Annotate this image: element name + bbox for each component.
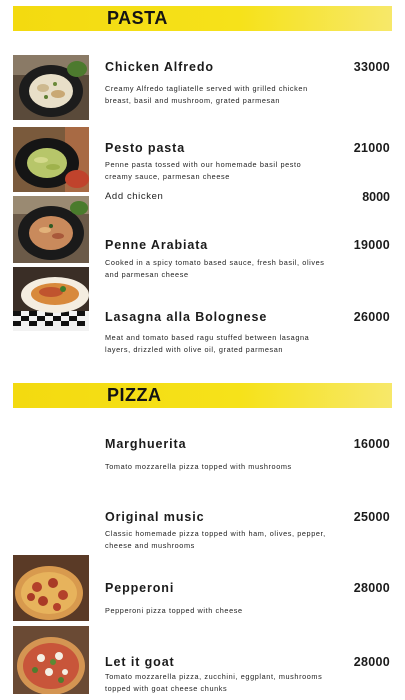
addon-label: Add chicken — [105, 191, 164, 202]
item-name: Pepperoni — [105, 581, 175, 595]
goat-cheese-pizza-photo — [13, 626, 89, 694]
chicken-alfredo-photo — [13, 55, 89, 120]
item-name: Pesto pasta — [105, 141, 186, 155]
item-description: Tomato mozzarella pizza topped with mush… — [105, 462, 292, 471]
item-description: Cooked in a spicy tomato based sauce, fr… — [105, 258, 325, 279]
item-price: 33000 — [353, 60, 390, 74]
item-price: 28000 — [353, 655, 390, 669]
pasta-section-banner: PASTA — [13, 6, 392, 31]
addon-price: 8000 — [362, 190, 390, 204]
item-name: Original music — [105, 510, 205, 524]
item-name: Marghuerita — [105, 437, 187, 451]
section-title: PASTA — [107, 8, 168, 28]
item-name: Let it goat — [105, 655, 175, 669]
item-name: Chicken Alfredo — [105, 60, 214, 74]
pesto-pasta-photo — [13, 127, 89, 192]
item-description: Creamy Alfredo tagliatelle served with g… — [105, 84, 308, 105]
item-description: Meat and tomato based ragu stuffed betwe… — [105, 333, 310, 354]
item-price: 21000 — [353, 141, 390, 155]
lasagna-photo — [13, 267, 89, 331]
item-description: Classic homemade pizza topped with ham, … — [105, 529, 326, 550]
penne-arabiata-photo — [13, 196, 89, 263]
item-price: 28000 — [353, 581, 390, 595]
item-name: Penne Arabiata — [105, 238, 209, 252]
item-name: Lasagna alla Bolognese — [105, 310, 268, 324]
item-price: 19000 — [353, 238, 390, 252]
section-title: PIZZA — [107, 385, 162, 405]
item-description: Tomato mozzarella pizza, zucchini, eggpl… — [105, 672, 323, 693]
item-price: 25000 — [353, 510, 390, 524]
pepperoni-pizza-photo — [13, 555, 89, 621]
item-price: 16000 — [353, 437, 390, 451]
item-description: Penne pasta tossed with our homemade bas… — [105, 160, 302, 181]
item-description: Pepperoni pizza topped with cheese — [105, 606, 243, 615]
pizza-section-banner: PIZZA — [13, 383, 392, 408]
item-price: 26000 — [353, 310, 390, 324]
